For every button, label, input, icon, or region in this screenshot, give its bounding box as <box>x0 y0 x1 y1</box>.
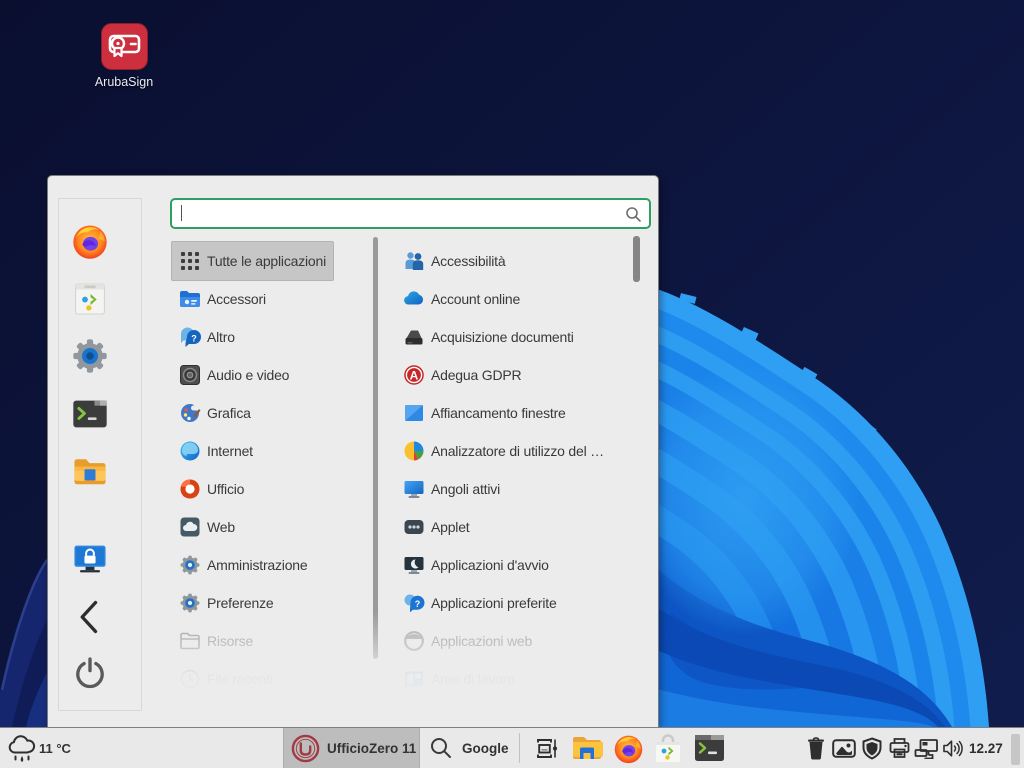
svg-text:A: A <box>410 368 419 382</box>
svg-text:?: ? <box>191 334 197 344</box>
svg-text:?: ? <box>415 599 421 609</box>
